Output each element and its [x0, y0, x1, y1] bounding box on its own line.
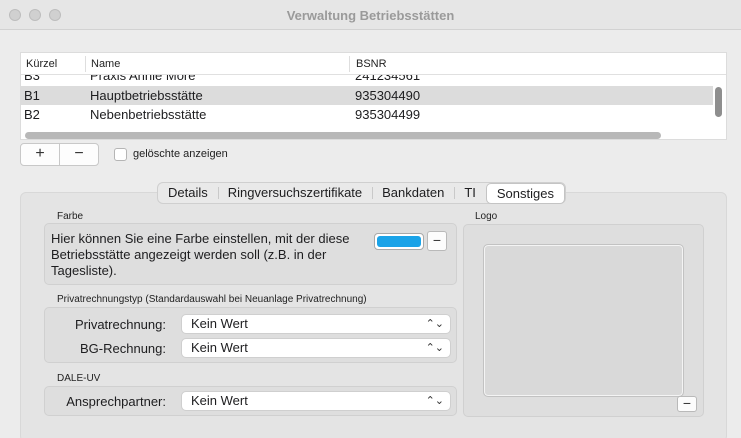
table-row-selected[interactable]: B1 Hauptbetriebsstätte 935304490 — [21, 86, 713, 105]
tab-ti[interactable]: TI — [454, 183, 486, 203]
bg-rechnung-select[interactable]: Kein Wert ⌃⌄ — [181, 338, 451, 358]
window-title: Verwaltung Betriebsstätten — [286, 8, 455, 23]
color-well[interactable] — [374, 233, 424, 250]
logo-section-label: Logo — [475, 211, 498, 222]
remove-button[interactable]: − — [59, 143, 99, 166]
privatrechnung-select[interactable]: Kein Wert ⌃⌄ — [181, 314, 451, 334]
tab-sonstiges[interactable]: Sonstiges — [485, 182, 565, 204]
tab-bankdaten[interactable]: Bankdaten — [372, 183, 454, 203]
show-deleted-checkbox[interactable] — [114, 148, 127, 161]
farbe-section-label: Farbe — [57, 211, 84, 222]
ansprechpartner-select[interactable]: Kein Wert ⌃⌄ — [181, 391, 451, 411]
cell-bsnr: 935304490 — [355, 88, 421, 103]
privatrechnung-label: Privatrechnung: — [74, 317, 166, 332]
privatrechnung-value: Kein Wert — [191, 316, 248, 331]
cell-kuerzel: B1 — [24, 88, 40, 103]
clear-color-button[interactable]: − — [427, 231, 447, 251]
cell-kuerzel: B2 — [24, 107, 40, 122]
tab-ringversuchszertifikate[interactable]: Ringversuchszertifikate — [217, 183, 372, 203]
column-header-kuerzel[interactable]: Kürzel — [26, 58, 57, 70]
column-header-name[interactable]: Name — [91, 58, 120, 70]
bg-rechnung-label: BG-Rechnung: — [80, 341, 166, 356]
chevron-updown-icon: ⌃⌄ — [425, 395, 444, 407]
title-bar: Verwaltung Betriebsstätten — [0, 0, 741, 30]
cell-name: Hauptbetriebsstätte — [90, 88, 203, 103]
color-swatch — [377, 236, 421, 247]
horizontal-scrollbar[interactable] — [25, 132, 661, 139]
remove-logo-button[interactable]: − — [677, 396, 697, 412]
betriebsstaetten-table[interactable]: Kürzel Name BSNR B3 Praxis Annie More 24… — [20, 52, 727, 140]
add-button[interactable]: + — [20, 143, 60, 166]
bg-rechnung-value: Kein Wert — [191, 340, 248, 355]
ansprechpartner-value: Kein Wert — [191, 393, 248, 408]
table-row[interactable]: B2 Nebenbetriebsstätte 935304499 — [21, 105, 713, 124]
show-deleted-label: gelöschte anzeigen — [133, 148, 228, 160]
farbe-description: Hier können Sie eine Farbe einstellen, m… — [51, 231, 350, 278]
dale-uv-section-label: DALE-UV — [57, 373, 101, 384]
privatrechnung-section-label: Privatrechnungstyp (Standardauswahl bei … — [57, 294, 367, 305]
vertical-scrollbar[interactable] — [715, 87, 722, 117]
column-divider[interactable] — [85, 56, 86, 72]
ansprechpartner-label: Ansprechpartner: — [66, 394, 166, 409]
cell-name: Nebenbetriebsstätte — [90, 107, 207, 122]
chevron-updown-icon: ⌃⌄ — [425, 342, 444, 354]
logo-image-well[interactable] — [483, 244, 684, 397]
chevron-updown-icon: ⌃⌄ — [425, 318, 444, 330]
tab-details[interactable]: Details — [158, 183, 218, 203]
table-header: Kürzel Name BSNR — [21, 53, 726, 75]
tab-bar: Details Ringversuchszertifikate Bankdate… — [157, 182, 566, 204]
cell-bsnr: 935304499 — [355, 107, 421, 122]
column-header-bsnr[interactable]: BSNR — [356, 58, 387, 70]
column-divider[interactable] — [349, 56, 350, 72]
